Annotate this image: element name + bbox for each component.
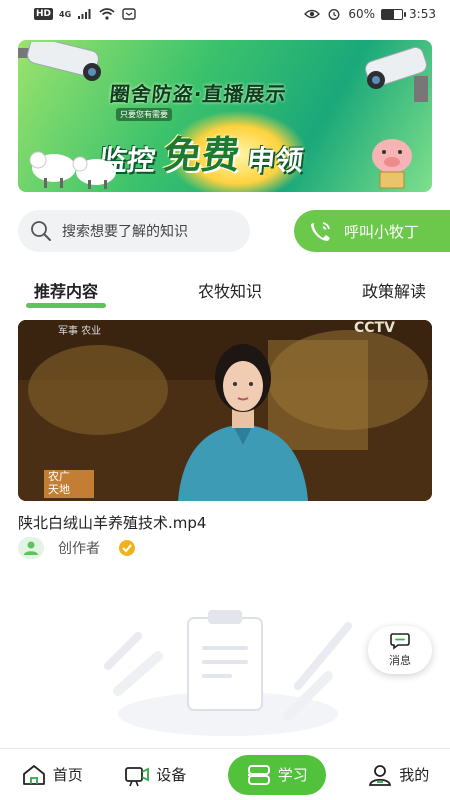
tab-farming-knowledge[interactable]: 农牧知识 (198, 272, 262, 312)
network-type: 4G (59, 9, 72, 19)
verified-badge-icon (119, 540, 135, 556)
nav-profile-label: 我的 (399, 766, 430, 784)
author-name: 创作者 (58, 541, 100, 557)
learn-icon (247, 764, 270, 785)
wifi-icon (99, 8, 115, 20)
eye-icon (304, 9, 321, 19)
call-button-label: 呼叫小牧丁 (344, 222, 420, 241)
nav-learn[interactable]: 学习 (227, 754, 326, 795)
call-assistant-button[interactable]: 呼叫小牧丁 (294, 210, 450, 252)
nav-home[interactable]: 首页 (21, 755, 83, 795)
search-icon (31, 221, 51, 241)
security-camera-icon (365, 46, 428, 102)
avatar (18, 537, 44, 559)
nav-profile[interactable]: 我的 (367, 755, 429, 795)
message-label: 消息 (389, 654, 411, 667)
message-button[interactable]: 消息 (368, 626, 432, 674)
author-row: 创作者 (18, 537, 136, 559)
home-icon (22, 764, 45, 785)
video-thumbnail[interactable]: 军事 农业 CCTV 农广 天地 (18, 320, 432, 501)
video-channel-logo: CCTV (354, 320, 395, 336)
message-icon (390, 633, 410, 650)
banner-main-slogan: 监控 免费 申领 (97, 124, 307, 179)
empty-clipboard-illustration (104, 610, 352, 736)
notification-icon (122, 8, 136, 20)
content-tabs: 推荐内容 农牧知识 政策解读 (0, 272, 450, 312)
nav-home-label: 首页 (52, 766, 83, 784)
nav-devices[interactable]: 设备 (124, 755, 186, 795)
alarm-icon (328, 9, 340, 20)
video-program-logo-line2: 天地 (48, 483, 70, 496)
security-camera-icon (18, 42, 101, 81)
video-program-logo-line1: 农广 (48, 470, 70, 483)
user-avatar-icon (24, 541, 38, 555)
user-icon (369, 764, 392, 786)
nav-devices-label: 设备 (156, 766, 187, 784)
tab-policy[interactable]: 政策解读 (362, 272, 426, 312)
clock: 3:53 (409, 7, 436, 21)
video-frame-illustration (18, 320, 432, 501)
banner-main-center: 免费 (161, 133, 242, 177)
hd-indicator: HD (34, 8, 54, 20)
status-left: HD 4G (34, 8, 137, 20)
status-right: 60% 3:53 (304, 7, 436, 21)
battery-percent: 60% (348, 7, 376, 21)
banner-headline: 圈舍防盗·直播展示 (108, 82, 288, 106)
status-bar: HD 4G 60% 3:53 (0, 0, 450, 28)
phone-icon (311, 222, 330, 241)
tab-recommended[interactable]: 推荐内容 (25, 272, 107, 312)
bottom-nav: 首页 设备 学习 我的 (0, 748, 450, 800)
sheep-illustration (29, 151, 116, 189)
search-input[interactable]: 搜索想要了解的知识 (18, 210, 250, 252)
camera-icon (125, 766, 150, 786)
battery-icon (381, 8, 407, 20)
nav-learn-label: 学习 (277, 766, 308, 784)
search-placeholder: 搜索想要了解的知识 (62, 224, 188, 240)
video-title[interactable]: 陕北白绒山羊养殖技术.mp4 (18, 512, 206, 533)
pig-illustration (372, 139, 412, 189)
video-overlay-top-text: 军事 农业 (58, 326, 102, 337)
banner-tag: 只要您有需要 (116, 108, 172, 121)
promo-banner[interactable]: 圈舍防盗·直播展示 只要您有需要 监控 免费 申领 (18, 40, 432, 192)
signal-icon (78, 9, 91, 19)
banner-main-right: 申领 (245, 144, 305, 177)
